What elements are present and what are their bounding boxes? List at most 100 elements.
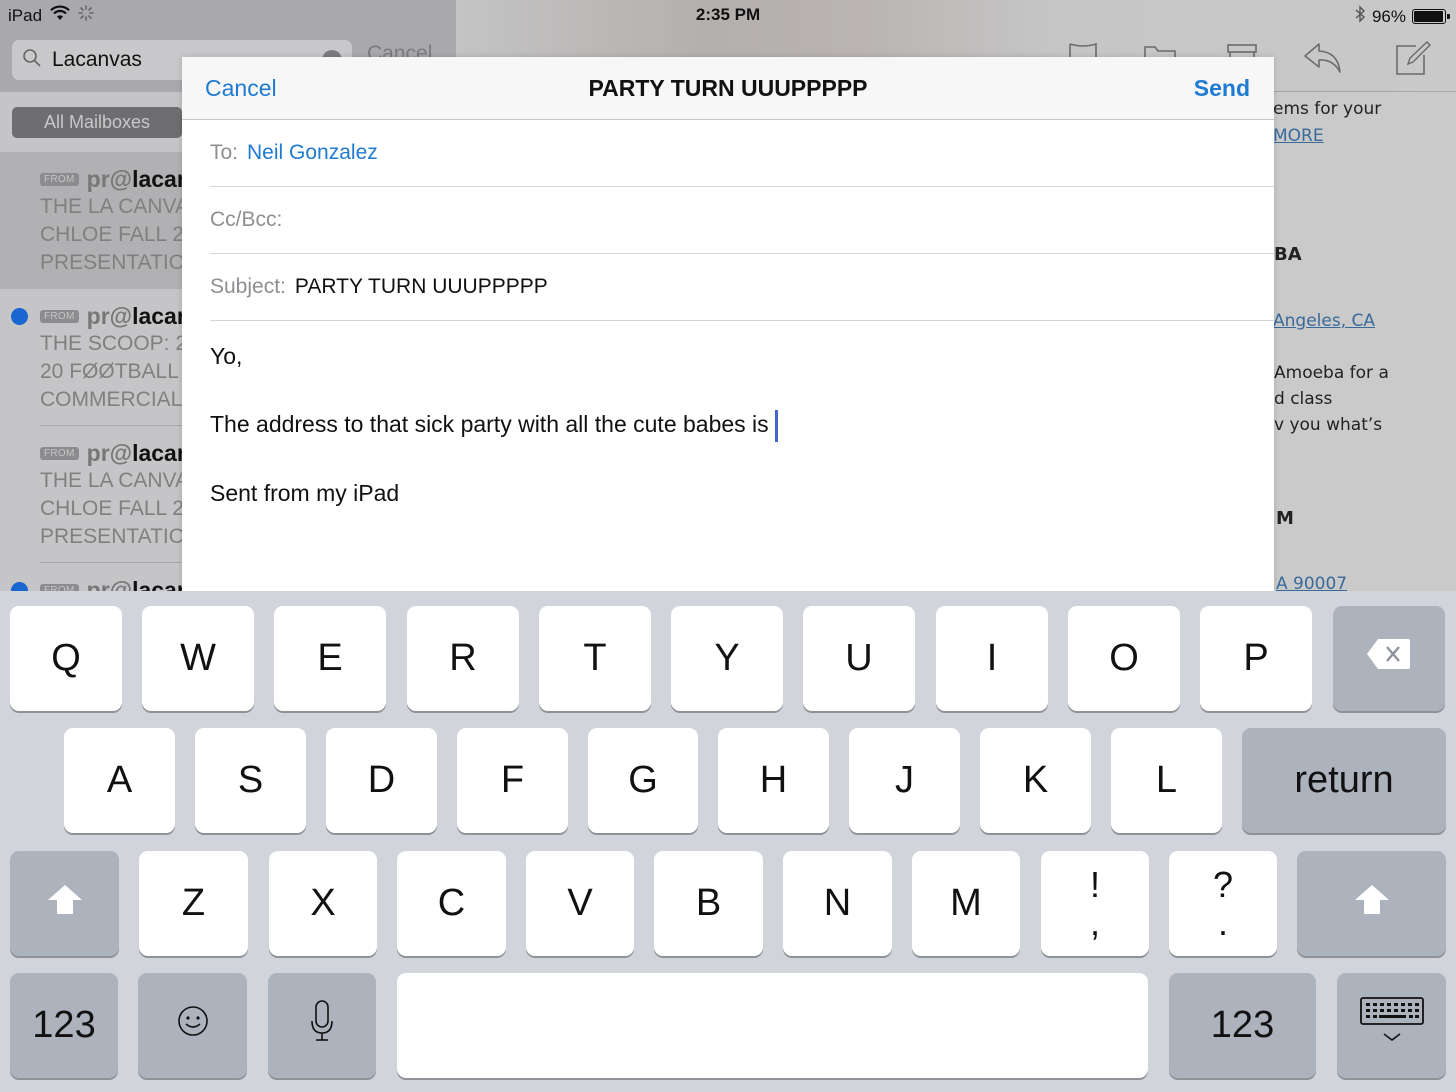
numbers-key-right[interactable]: 123 <box>1169 973 1316 1078</box>
message-list-item[interactable]: FROM pr@lacan THE LA CANVA CHLOE FALL 2 … <box>0 426 182 563</box>
preview-line: CHLOE FALL 2 <box>40 223 182 246</box>
ccbcc-label: Cc/Bcc: <box>210 208 283 231</box>
keyboard-dismiss-icon <box>1359 996 1425 1056</box>
ccbcc-field[interactable]: Cc/Bcc: <box>210 187 1274 254</box>
shift-key-left[interactable] <box>10 851 119 956</box>
message-list-item[interactable]: FROM pr@lacan THE LA CANVA CHLOE FALL 2 … <box>0 152 182 289</box>
delete-key[interactable] <box>1333 606 1445 711</box>
compose-title: PARTY TURN UUUPPPPP <box>588 75 868 101</box>
detail-text: Amoeba for a <box>1274 363 1389 383</box>
key-x[interactable]: X <box>269 851 377 956</box>
key-c[interactable]: C <box>397 851 506 956</box>
numbers-label: 123 <box>32 1004 96 1046</box>
scope-all-mailboxes[interactable]: All Mailboxes <box>12 107 182 138</box>
sender-address: pr@lacan <box>86 302 182 329</box>
preview-line: CHLOE FALL 2 <box>40 497 182 520</box>
more-link[interactable]: MORE <box>1273 126 1324 146</box>
key-k[interactable]: K <box>980 728 1091 833</box>
from-badge: FROM <box>40 446 79 460</box>
body-text: The address to that sick party with all … <box>210 411 769 437</box>
shift-icon <box>1353 882 1391 925</box>
sender-address: pr@lacan <box>86 439 182 466</box>
key-p[interactable]: P <box>1200 606 1312 711</box>
key-exclaim-comma[interactable]: !, <box>1041 851 1149 956</box>
sender-address: pr@lacan <box>86 165 182 192</box>
compose-icon[interactable] <box>1394 40 1432 81</box>
battery-icon <box>1412 9 1450 24</box>
dictation-key[interactable] <box>268 973 376 1078</box>
key-q[interactable]: Q <box>10 606 122 711</box>
body-signature: Sent from my iPad <box>210 479 400 506</box>
numbers-label: 123 <box>1210 1004 1275 1046</box>
to-field[interactable]: To: Neil Gonzalez <box>210 120 1274 187</box>
subject-input[interactable]: PARTY TURN UUUPPPPP <box>295 275 548 299</box>
send-button[interactable]: Send <box>1194 75 1250 102</box>
key-g[interactable]: G <box>588 728 698 833</box>
detail-heading: BA <box>1274 244 1302 265</box>
key-top-char: ! <box>1089 863 1100 905</box>
clock: 2:35 PM <box>695 5 761 24</box>
message-list: FROM pr@lacan THE LA CANVA CHLOE FALL 2 … <box>0 152 182 592</box>
emoji-key[interactable] <box>138 973 247 1078</box>
key-l[interactable]: L <box>1111 728 1222 833</box>
key-bottom-char: . <box>1217 901 1228 943</box>
delete-icon <box>1366 637 1412 681</box>
key-f[interactable]: F <box>457 728 568 833</box>
key-a[interactable]: A <box>64 728 175 833</box>
sender-address: pr@lacan <box>86 576 182 593</box>
search-input[interactable]: Lacanvas <box>52 48 142 72</box>
preview-line: THE SCOOP: 2 <box>40 332 182 355</box>
key-m[interactable]: M <box>912 851 1020 956</box>
numbers-key-left[interactable]: 123 <box>10 973 118 1078</box>
battery-percent: 96% <box>1371 6 1406 26</box>
key-question-period[interactable]: ?. <box>1169 851 1277 956</box>
key-t[interactable]: T <box>539 606 651 711</box>
return-key[interactable]: return <box>1242 728 1446 833</box>
key-d[interactable]: D <box>326 728 437 833</box>
key-z[interactable]: Z <box>139 851 248 956</box>
toolbar-divider <box>1274 91 1456 92</box>
from-badge: FROM <box>40 172 79 186</box>
key-n[interactable]: N <box>783 851 892 956</box>
to-label: To: <box>210 141 239 164</box>
key-s[interactable]: S <box>195 728 306 833</box>
compose-sheet: Cancel PARTY TURN UUUPPPPP Send To: Neil… <box>182 57 1274 591</box>
key-j[interactable]: J <box>849 728 960 833</box>
key-top-char: ? <box>1212 863 1234 905</box>
key-e[interactable]: E <box>274 606 386 711</box>
message-list-item[interactable]: FROM pr@lacan <box>0 563 182 592</box>
key-h[interactable]: H <box>718 728 829 833</box>
key-bottom-char: , <box>1089 901 1100 943</box>
key-y[interactable]: Y <box>671 606 783 711</box>
shift-icon <box>46 882 84 925</box>
status-bar: iPad 2:35 PM 96% <box>0 0 1456 30</box>
detail-text: v you what’s <box>1274 415 1383 435</box>
subject-label: Subject: <box>210 275 286 298</box>
key-o[interactable]: O <box>1068 606 1180 711</box>
message-body[interactable]: Yo, The address to that sick party with … <box>182 321 1274 562</box>
key-w[interactable]: W <box>142 606 254 711</box>
recipient-token[interactable]: Neil Gonzalez <box>247 141 378 165</box>
detail-text: d class <box>1274 389 1333 409</box>
key-u[interactable]: U <box>803 606 915 711</box>
subject-field[interactable]: Subject: PARTY TURN UUUPPPPP <box>210 254 1274 321</box>
preview-line: PRESENTATIO <box>40 525 182 548</box>
key-r[interactable]: R <box>407 606 519 711</box>
keyboard: Q W E R T Y U I O P A S D F G H J K L re… <box>0 591 1456 1092</box>
compose-header: Cancel PARTY TURN UUUPPPPP Send <box>182 57 1274 120</box>
location-link[interactable]: Angeles, CA <box>1273 311 1375 331</box>
key-i[interactable]: I <box>936 606 1048 711</box>
body-greeting: Yo, <box>210 343 243 369</box>
message-list-item[interactable]: FROM pr@lacan THE SCOOP: 2 20 FØØTBALL C… <box>0 289 182 426</box>
space-bar[interactable] <box>397 973 1148 1078</box>
key-v[interactable]: V <box>526 851 634 956</box>
shift-key-right[interactable] <box>1297 851 1446 956</box>
emoji-icon <box>177 1004 209 1047</box>
bluetooth-icon <box>1354 5 1366 28</box>
reply-icon[interactable] <box>1303 40 1343 79</box>
key-b[interactable]: B <box>654 851 763 956</box>
text-caret <box>774 409 778 442</box>
preview-line: COMMERCIAL <box>40 388 182 411</box>
battery-level <box>1414 11 1443 22</box>
dismiss-keyboard-key[interactable] <box>1337 973 1446 1078</box>
